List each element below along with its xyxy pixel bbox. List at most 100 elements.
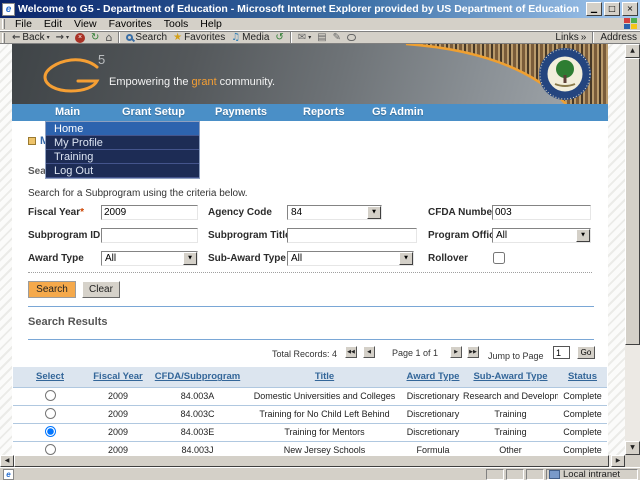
menu-file[interactable]: File — [9, 18, 38, 30]
back-button[interactable]: ← Back ▾ — [9, 32, 53, 44]
history-button[interactable]: ↺ — [272, 32, 286, 44]
discuss-button[interactable] — [344, 32, 359, 44]
back-dropdown-icon[interactable]: ▾ — [47, 34, 50, 41]
home-icon: ⌂ — [105, 30, 113, 44]
favorites-button[interactable]: ★ Favorites — [170, 32, 228, 44]
minimize-button[interactable]: ▁ — [586, 2, 602, 16]
menu-tools[interactable]: Tools — [158, 18, 195, 30]
nav-main[interactable]: Main — [55, 106, 80, 118]
media-icon: ♫ — [231, 31, 241, 43]
address-bar-label[interactable]: Address — [597, 32, 640, 44]
toolbar-separator — [289, 32, 292, 43]
agency-code-select[interactable]: 84 ▼ — [287, 205, 382, 220]
sub-award-type-select[interactable]: All ▼ — [287, 251, 414, 266]
scroll-down-icon[interactable]: ▼ — [625, 441, 640, 455]
nav-reports[interactable]: Reports — [303, 106, 345, 118]
scroll-left-icon[interactable]: ◀ — [0, 455, 14, 467]
windows-logo-throbber — [624, 18, 638, 30]
program-office-select[interactable]: All ▼ — [492, 228, 591, 243]
go-button[interactable]: Go — [577, 346, 595, 359]
forward-icon: → — [55, 31, 65, 43]
section-divider — [28, 306, 594, 307]
row-select-radio[interactable] — [44, 407, 56, 419]
form-buttons: Search Clear — [28, 281, 120, 298]
vertical-scrollbar[interactable]: ▲ ▼ — [625, 44, 640, 455]
last-page-button[interactable]: ▶▶ — [467, 346, 479, 358]
first-page-button[interactable]: ◀◀ — [345, 346, 357, 358]
browser-window: e Welcome to G5 - Department of Educatio… — [0, 0, 640, 480]
dropdown-arrow-icon[interactable]: ▼ — [576, 229, 590, 242]
dropdown-arrow-icon[interactable]: ▼ — [399, 252, 413, 265]
table-row: 2009 84.003J New Jersey Schools Formula … — [13, 441, 607, 455]
clear-button[interactable]: Clear — [82, 281, 120, 298]
print-button[interactable]: ▤ — [314, 32, 329, 44]
fiscal-year-input[interactable] — [101, 205, 198, 220]
close-button[interactable]: × — [622, 2, 638, 16]
status-panel — [486, 468, 504, 480]
nav-g5-admin[interactable]: G5 Admin — [372, 106, 424, 118]
row-select-radio[interactable] — [44, 443, 56, 455]
cfda-number-label: CFDA Number — [428, 207, 496, 218]
cell-fiscal-year: 2009 — [87, 387, 149, 406]
previous-page-button[interactable]: ◀ — [363, 346, 375, 358]
search-button[interactable]: Search — [28, 281, 76, 298]
mail-dropdown-icon[interactable]: ▾ — [308, 34, 311, 41]
menu-view[interactable]: View — [68, 18, 103, 30]
vertical-scroll-thumb[interactable] — [625, 58, 640, 345]
sub-award-type-label: Sub-Award Type — [208, 253, 286, 264]
menu-edit[interactable]: Edit — [38, 18, 68, 30]
search-results-table: Select Fiscal Year CFDA/Subprogram Title… — [13, 367, 607, 455]
row-select-radio[interactable] — [44, 389, 56, 401]
subprogram-title-input[interactable] — [287, 228, 417, 243]
intranet-zone-icon — [549, 469, 560, 479]
header-select[interactable]: Select — [13, 367, 87, 388]
menu-item-my-profile[interactable]: My Profile — [46, 136, 199, 150]
home-button[interactable]: ⌂ — [102, 32, 115, 44]
header-fiscal-year[interactable]: Fiscal Year — [87, 367, 149, 388]
cell-cfda: 84.003J — [149, 441, 246, 455]
award-type-select[interactable]: All ▼ — [101, 251, 198, 266]
header-sub-award-type[interactable]: Sub-Award Type — [463, 367, 558, 388]
cfda-number-input[interactable] — [492, 205, 591, 220]
header-status[interactable]: Status — [558, 367, 607, 388]
nav-grant-setup[interactable]: Grant Setup — [122, 106, 185, 118]
horizontal-scroll-thumb[interactable] — [14, 455, 609, 467]
links-chevron-icon[interactable]: » — [581, 32, 587, 43]
toolbar-separator — [592, 32, 595, 43]
window-title: Welcome to G5 - Department of Education … — [18, 3, 580, 15]
menu-item-log-out[interactable]: Log Out — [46, 164, 199, 178]
mail-button[interactable]: ✉ ▾ — [295, 32, 314, 44]
header-cfda-subprogram[interactable]: CFDA/Subprogram — [149, 367, 246, 388]
row-select-radio[interactable] — [44, 425, 56, 437]
forward-button[interactable]: → ▾ — [53, 32, 72, 44]
menu-help[interactable]: Help — [194, 18, 228, 30]
edit-button[interactable]: ✎ — [330, 32, 344, 44]
header-award-type[interactable]: Award Type — [403, 367, 463, 388]
status-panel — [506, 468, 524, 480]
nav-payments[interactable]: Payments — [215, 106, 267, 118]
media-button[interactable]: ♫ Media — [228, 32, 272, 44]
refresh-icon: ↻ — [91, 31, 100, 43]
scroll-up-icon[interactable]: ▲ — [625, 44, 640, 58]
restore-button[interactable]: □ — [604, 2, 620, 16]
menu-item-home[interactable]: Home — [46, 122, 199, 136]
search-toolbar-button[interactable]: Search — [123, 32, 170, 44]
header-title[interactable]: Title — [246, 367, 403, 388]
dotted-separator — [28, 272, 592, 273]
next-page-button[interactable]: ▶ — [450, 346, 462, 358]
dropdown-arrow-icon[interactable]: ▼ — [367, 206, 381, 219]
stop-button[interactable]: × — [72, 32, 88, 44]
menu-item-training[interactable]: Training — [46, 150, 199, 164]
page-info: Page 1 of 1 — [391, 348, 439, 358]
jump-to-page-input[interactable] — [553, 346, 570, 359]
horizontal-scrollbar[interactable]: ◀ ▶ — [0, 455, 625, 467]
links-bar[interactable]: Links » — [552, 32, 589, 44]
refresh-button[interactable]: ↻ — [88, 32, 102, 44]
menu-favorites[interactable]: Favorites — [103, 18, 158, 30]
status-message-panel — [17, 469, 486, 480]
forward-dropdown-icon[interactable]: ▾ — [66, 34, 69, 41]
subprogram-id-input[interactable] — [101, 228, 198, 243]
rollover-checkbox[interactable] — [493, 252, 505, 264]
dropdown-arrow-icon[interactable]: ▼ — [183, 252, 197, 265]
scroll-right-icon[interactable]: ▶ — [611, 455, 625, 467]
